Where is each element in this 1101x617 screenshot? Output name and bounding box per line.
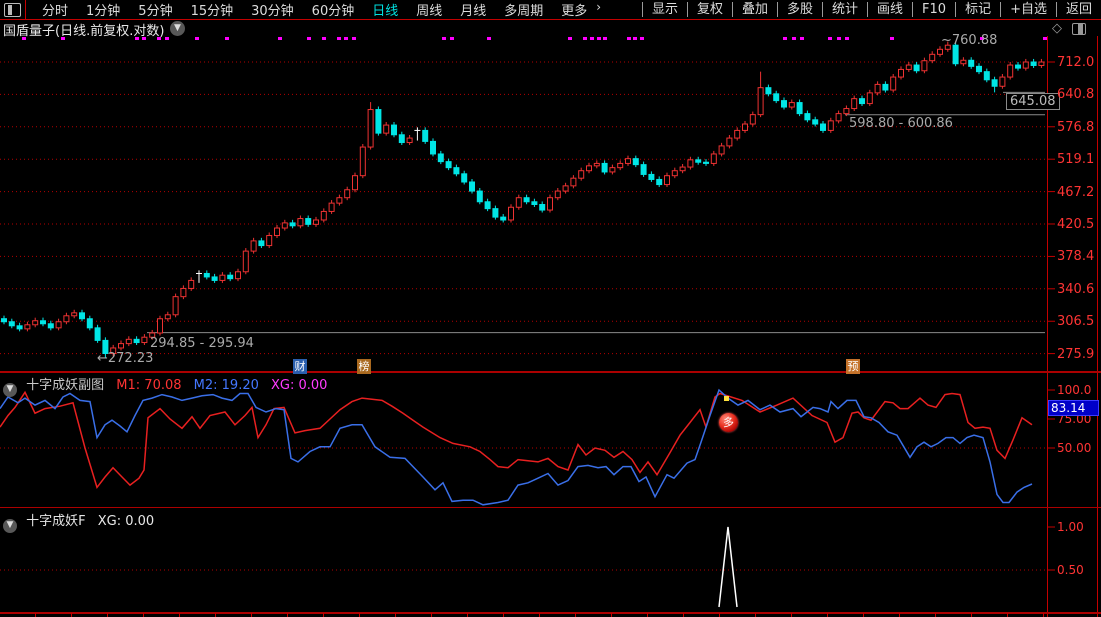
toolbar-button-统计[interactable]: 统计 xyxy=(822,2,867,17)
price-axis-label: 275.9 xyxy=(1057,347,1094,362)
period-item-多周期[interactable]: 多周期 xyxy=(495,0,552,19)
toolbar-button-+自选[interactable]: +自选 xyxy=(1000,2,1056,17)
peak-price-annotation: ~760.88 xyxy=(941,33,997,48)
toolbar-button-显示[interactable]: 显示 xyxy=(642,2,687,17)
price-axis-label: 306.5 xyxy=(1057,314,1094,329)
title-row: 国盾量子(日线.前复权.对数) ▼ ◇ xyxy=(0,20,1101,36)
price-axis-label: 420.5 xyxy=(1057,217,1094,232)
time-axis-ticks xyxy=(0,613,1047,617)
toolbar-button-叠加[interactable]: 叠加 xyxy=(732,2,777,17)
toolbar-button-复权[interactable]: 复权 xyxy=(687,2,732,17)
period-item-周线[interactable]: 周线 xyxy=(407,0,451,19)
period-item-5分钟[interactable]: 5分钟 xyxy=(129,0,181,19)
top-toolbar: 分时1分钟5分钟15分钟30分钟60分钟日线周线月线多周期更多› 显示复权叠加多… xyxy=(0,0,1101,20)
collapse-icon[interactable]: ▼ xyxy=(3,383,17,397)
news-badge-榜[interactable]: 榜 xyxy=(357,359,371,374)
indicator2-axis-label: 0.50 xyxy=(1057,563,1084,577)
indicator2-axis-label: 1.00 xyxy=(1057,520,1084,534)
toolbar-button-多股[interactable]: 多股 xyxy=(777,2,822,17)
period-item-15分钟[interactable]: 15分钟 xyxy=(182,0,243,19)
price-axis-label: 640.8 xyxy=(1057,87,1094,102)
indicator1-plot[interactable] xyxy=(0,388,1047,506)
toolbar-divider xyxy=(25,0,26,19)
period-menu: 分时1分钟5分钟15分钟30分钟60分钟日线周线月线多周期更多› xyxy=(33,0,601,19)
chevron-down-icon[interactable]: ▼ xyxy=(170,21,185,36)
long-signal-badge: 多 xyxy=(719,413,738,432)
indicator1-title[interactable]: 十字成妖副图 xyxy=(26,378,104,393)
price-axis-label: 519.1 xyxy=(1057,152,1094,167)
panel-separator-2[interactable] xyxy=(0,507,1101,508)
price-axis-label: 378.4 xyxy=(1057,249,1094,264)
indicator-value-box: 83.14 xyxy=(1048,400,1099,416)
news-badge-财[interactable]: 财 xyxy=(293,359,307,374)
price-axis-label: 576.8 xyxy=(1057,120,1094,135)
period-item-日线[interactable]: 日线 xyxy=(363,0,407,19)
indicator2-header: ▼ 十字成妖F XG: 0.00 xyxy=(0,510,154,533)
period-item-分时[interactable]: 分时 xyxy=(33,0,77,19)
indicator1-axis-label: 50.00 xyxy=(1057,441,1091,455)
indicator2-xg-value: XG: 0.00 xyxy=(98,514,154,529)
signal-highlight-dot xyxy=(724,396,729,401)
toolbar-button-画线[interactable]: 画线 xyxy=(867,2,912,17)
toolbar-button-F10[interactable]: F10 xyxy=(912,2,955,17)
period-item-1分钟[interactable]: 1分钟 xyxy=(77,0,129,19)
period-item-30分钟[interactable]: 30分钟 xyxy=(242,0,303,19)
chevron-right-icon: › xyxy=(596,0,601,19)
gap-upper-annotation: 598.80 - 600.86 xyxy=(849,116,953,131)
layout-icon[interactable] xyxy=(4,3,21,17)
low-price-annotation: ←272.23 xyxy=(97,351,153,366)
period-item-60分钟[interactable]: 60分钟 xyxy=(303,0,364,19)
support-price-annotation: 645.08 xyxy=(1006,93,1060,110)
indicator1-m2-value: M2: 19.20 xyxy=(194,378,259,393)
period-item-更多[interactable]: 更多 xyxy=(552,0,596,19)
period-item-月线[interactable]: 月线 xyxy=(451,0,495,19)
price-axis-label: 712.0 xyxy=(1057,55,1094,70)
indicator1-axis-label: 100.0 xyxy=(1057,383,1091,397)
toolbar-button-返回[interactable]: 返回 xyxy=(1056,2,1101,17)
price-axis-label: 467.2 xyxy=(1057,185,1094,200)
indicator1-header: ▼ 十字成妖副图 M1: 70.08 M2: 19.20 XG: 0.00 xyxy=(0,374,327,397)
indicator1-xg-value: XG: 0.00 xyxy=(271,378,327,393)
main-candlestick-chart[interactable] xyxy=(0,36,1047,372)
price-axis-label: 340.6 xyxy=(1057,282,1094,297)
collapse-icon[interactable]: ▼ xyxy=(3,519,17,533)
indicator1-m1-value: M1: 70.08 xyxy=(116,378,181,393)
news-badge-预[interactable]: 预 xyxy=(846,359,860,374)
gap-lower-annotation: 294.85 - 295.94 xyxy=(150,336,254,351)
indicator2-plot[interactable] xyxy=(0,509,1047,612)
toolbar-button-标记[interactable]: 标记 xyxy=(955,2,1000,17)
indicator2-title[interactable]: 十字成妖F xyxy=(26,514,85,529)
toolbar-right-buttons: 显示复权叠加多股统计画线F10标记+自选返回 xyxy=(642,0,1101,19)
diamond-icon[interactable]: ◇ xyxy=(1052,21,1062,36)
split-pane-icon[interactable] xyxy=(1072,23,1086,35)
